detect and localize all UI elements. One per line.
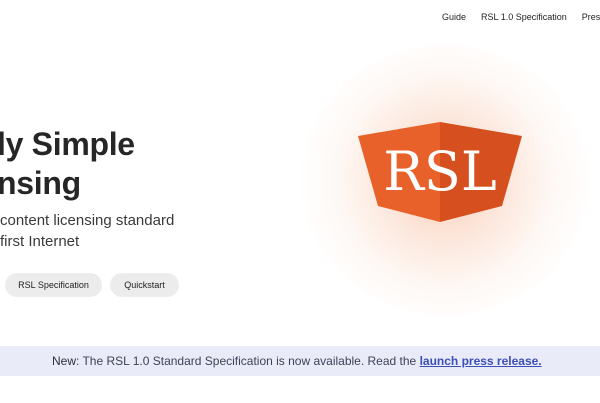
announcement-lead: New [52, 354, 77, 368]
nav-link-press[interactable]: Press [582, 11, 600, 23]
announcement-body: : The RSL 1.0 Standard Specification is … [76, 354, 420, 368]
hero-subtitle: content licensing standard first Interne… [0, 210, 174, 252]
announcement-text: New: The RSL 1.0 Standard Specification … [52, 346, 542, 376]
launch-press-release-link[interactable]: launch press release. [420, 354, 542, 368]
rsl-logo: RSL [358, 122, 522, 224]
top-nav: Guide RSL 1.0 Specification Press [442, 11, 600, 23]
hero-title-line-1: ly Simple [0, 126, 135, 162]
hero-subtitle-line-1: content licensing standard [0, 212, 175, 229]
nav-link-rsl-specification[interactable]: RSL 1.0 Specification [481, 11, 567, 23]
hero-title-line-2: nsing [0, 165, 81, 201]
rsl-logo-shield: RSL [358, 122, 522, 222]
hero-title: ly Simple nsing [0, 125, 135, 203]
rsl-specification-button[interactable]: RSL Specification [5, 273, 102, 297]
rsl-logo-text: RSL [383, 140, 497, 203]
hero-subtitle-line-2: first Internet [0, 233, 80, 250]
announcement-banner: New: The RSL 1.0 Standard Specification … [0, 346, 600, 376]
quickstart-button[interactable]: Quickstart [110, 273, 179, 297]
page: Guide RSL 1.0 Specification Press RSL ly… [0, 0, 600, 403]
nav-link-guide[interactable]: Guide [442, 11, 466, 23]
